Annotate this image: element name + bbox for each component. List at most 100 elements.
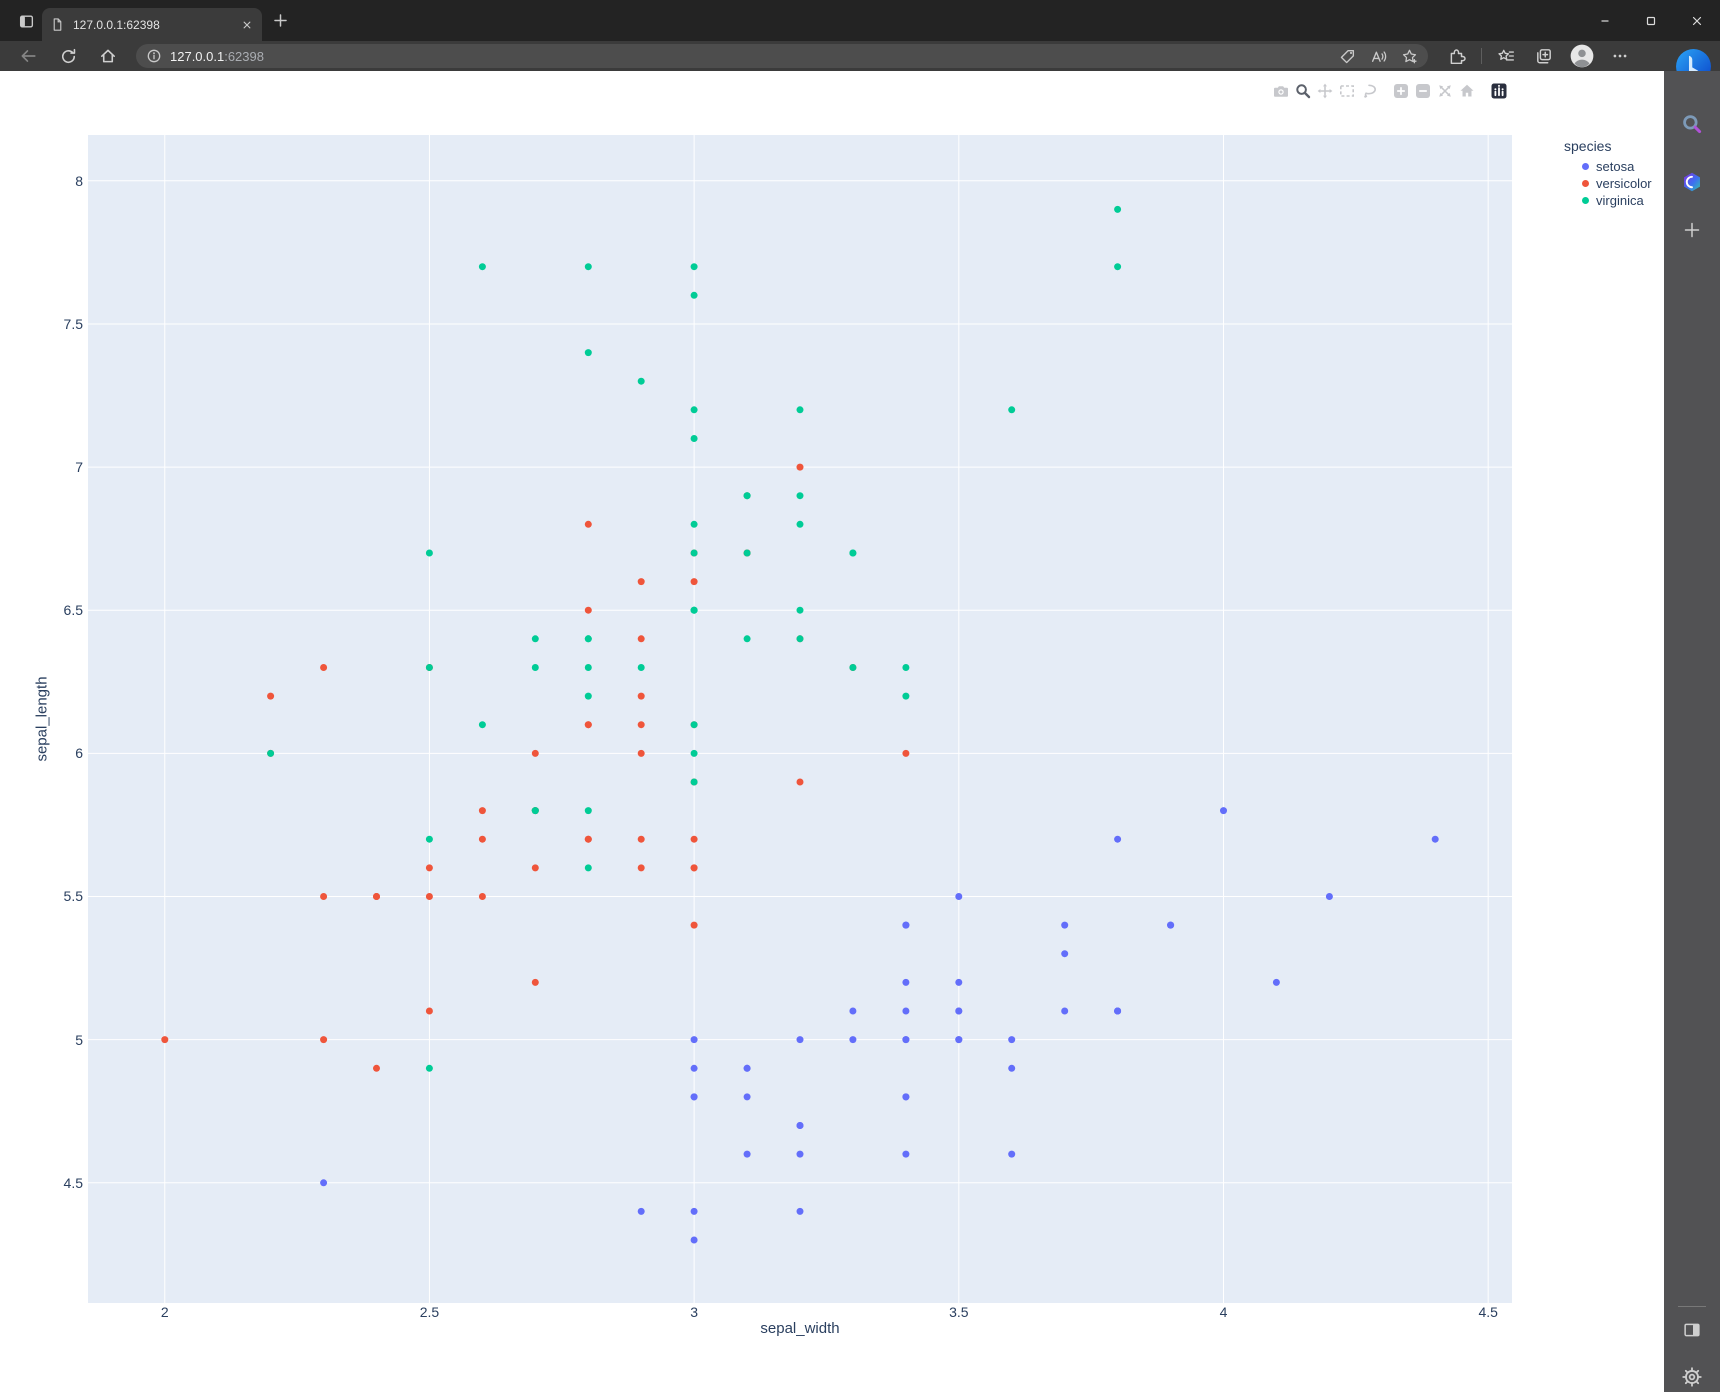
- refresh-icon[interactable]: [54, 43, 82, 69]
- data-point-versicolor[interactable]: [478, 807, 486, 815]
- data-point-setosa[interactable]: [902, 1093, 910, 1101]
- data-point-versicolor[interactable]: [637, 635, 645, 643]
- search-icon[interactable]: [1681, 113, 1703, 135]
- data-point-virginica[interactable]: [1114, 263, 1122, 271]
- data-point-virginica[interactable]: [690, 291, 698, 299]
- tab-close-icon[interactable]: [240, 18, 254, 32]
- data-point-versicolor[interactable]: [478, 835, 486, 843]
- sidebar-panel-icon[interactable]: [1681, 1319, 1703, 1341]
- data-point-setosa[interactable]: [1061, 921, 1069, 929]
- data-point-versicolor[interactable]: [161, 1036, 169, 1044]
- data-point-virginica[interactable]: [584, 807, 592, 815]
- data-point-virginica[interactable]: [743, 492, 751, 500]
- data-point-versicolor[interactable]: [584, 835, 592, 843]
- data-point-virginica[interactable]: [584, 692, 592, 700]
- data-point-setosa[interactable]: [849, 1007, 857, 1015]
- legend-item-versicolor[interactable]: versicolor: [1556, 175, 1652, 192]
- data-point-versicolor[interactable]: [584, 721, 592, 729]
- zoom-out-icon[interactable]: [1415, 83, 1431, 99]
- data-point-setosa[interactable]: [796, 1036, 804, 1044]
- data-point-virginica[interactable]: [743, 635, 751, 643]
- data-point-setosa[interactable]: [902, 921, 910, 929]
- data-point-virginica[interactable]: [531, 635, 539, 643]
- data-point-versicolor[interactable]: [637, 864, 645, 872]
- data-point-virginica[interactable]: [478, 721, 486, 729]
- url-text[interactable]: 127.0.0.1:62398: [170, 49, 1339, 64]
- data-point-virginica[interactable]: [584, 635, 592, 643]
- data-point-virginica[interactable]: [902, 692, 910, 700]
- data-point-setosa[interactable]: [743, 1064, 751, 1072]
- data-point-versicolor[interactable]: [690, 864, 698, 872]
- data-point-setosa[interactable]: [320, 1179, 328, 1187]
- back-icon[interactable]: [14, 43, 42, 69]
- data-point-virginica[interactable]: [584, 864, 592, 872]
- data-point-virginica[interactable]: [796, 606, 804, 614]
- collections-icon[interactable]: [1530, 43, 1558, 69]
- data-point-versicolor[interactable]: [690, 578, 698, 586]
- data-point-versicolor[interactable]: [796, 463, 804, 471]
- data-point-setosa[interactable]: [1008, 1036, 1016, 1044]
- maximize-icon[interactable]: [1628, 0, 1674, 41]
- data-point-setosa[interactable]: [690, 1236, 698, 1244]
- extensions-icon[interactable]: [1443, 43, 1471, 69]
- data-point-versicolor[interactable]: [373, 893, 380, 900]
- read-aloud-icon[interactable]: [1370, 48, 1387, 65]
- data-point-versicolor[interactable]: [531, 864, 539, 872]
- site-info-icon[interactable]: [146, 48, 162, 64]
- data-point-setosa[interactable]: [796, 1150, 804, 1158]
- data-point-setosa[interactable]: [1008, 1064, 1016, 1072]
- data-point-setosa[interactable]: [1167, 921, 1175, 929]
- data-point-setosa[interactable]: [902, 1007, 910, 1015]
- data-point-setosa[interactable]: [1272, 978, 1280, 986]
- data-point-versicolor[interactable]: [425, 893, 433, 900]
- data-point-versicolor[interactable]: [637, 692, 645, 700]
- data-point-versicolor[interactable]: [531, 978, 539, 986]
- shopping-icon[interactable]: [1339, 48, 1356, 65]
- data-point-versicolor[interactable]: [531, 749, 539, 757]
- data-point-virginica[interactable]: [902, 664, 910, 671]
- camera-icon[interactable]: [1273, 83, 1289, 99]
- data-point-virginica[interactable]: [690, 749, 698, 757]
- favorite-add-icon[interactable]: [1401, 48, 1418, 65]
- data-point-setosa[interactable]: [637, 1207, 645, 1215]
- data-point-setosa[interactable]: [690, 1036, 698, 1044]
- data-point-setosa[interactable]: [1008, 1150, 1016, 1158]
- data-point-setosa[interactable]: [955, 1036, 963, 1044]
- data-point-versicolor[interactable]: [637, 749, 645, 757]
- data-point-setosa[interactable]: [743, 1150, 751, 1158]
- data-point-versicolor[interactable]: [425, 1007, 433, 1015]
- data-point-setosa[interactable]: [955, 978, 963, 986]
- scatter-plot-canvas[interactable]: [0, 71, 1664, 1392]
- data-point-virginica[interactable]: [425, 835, 433, 843]
- data-point-virginica[interactable]: [425, 1064, 433, 1072]
- new-tab-icon[interactable]: [272, 12, 289, 29]
- data-point-versicolor[interactable]: [320, 1036, 328, 1044]
- data-point-versicolor[interactable]: [267, 692, 275, 700]
- data-point-virginica[interactable]: [1008, 406, 1016, 414]
- data-point-virginica[interactable]: [796, 520, 804, 528]
- address-bar[interactable]: 127.0.0.1:62398: [136, 44, 1428, 68]
- autoscale-icon[interactable]: [1437, 83, 1453, 99]
- data-point-setosa[interactable]: [1325, 893, 1333, 900]
- pan-icon[interactable]: [1317, 83, 1333, 99]
- data-point-versicolor[interactable]: [320, 893, 328, 900]
- data-point-setosa[interactable]: [1061, 950, 1069, 958]
- data-point-virginica[interactable]: [267, 749, 275, 757]
- data-point-virginica[interactable]: [425, 549, 433, 557]
- data-point-versicolor[interactable]: [637, 721, 645, 729]
- data-point-setosa[interactable]: [1114, 1007, 1122, 1015]
- data-point-setosa[interactable]: [690, 1207, 698, 1215]
- data-point-setosa[interactable]: [1431, 835, 1439, 843]
- data-point-setosa[interactable]: [849, 1036, 857, 1044]
- data-point-virginica[interactable]: [584, 349, 592, 357]
- legend-item-virginica[interactable]: virginica: [1556, 192, 1652, 209]
- data-point-virginica[interactable]: [690, 549, 698, 557]
- data-point-setosa[interactable]: [955, 1007, 963, 1015]
- data-point-virginica[interactable]: [690, 520, 698, 528]
- settings-icon[interactable]: [1681, 1366, 1703, 1388]
- data-point-setosa[interactable]: [796, 1207, 804, 1215]
- reset-home-icon[interactable]: [1459, 83, 1475, 99]
- data-point-virginica[interactable]: [531, 807, 539, 815]
- data-point-setosa[interactable]: [902, 1036, 910, 1044]
- data-point-versicolor[interactable]: [584, 606, 592, 614]
